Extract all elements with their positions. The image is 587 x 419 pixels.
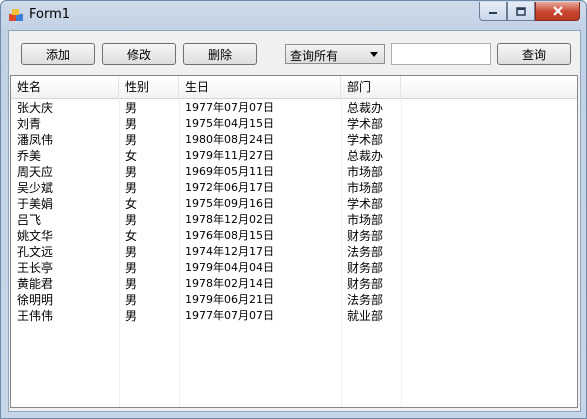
cell-gender: 男: [125, 261, 138, 275]
app-icon: [9, 9, 23, 21]
cell-gender: 男: [125, 133, 138, 147]
cell-name: 潘凤伟: [17, 133, 54, 147]
table-row[interactable]: 王伟伟 男 1977年07月07日 就业部: [11, 308, 401, 324]
window-title: Form1: [29, 7, 71, 22]
minimize-icon: [489, 12, 497, 14]
cell-birthday: 1976年08月15日: [185, 229, 274, 242]
cell-gender: 男: [125, 245, 138, 259]
cell-name: 乔美: [17, 149, 42, 163]
cell-name: 姚文华: [17, 229, 54, 243]
close-button[interactable]: [535, 2, 580, 21]
cell-gender: 男: [125, 117, 138, 131]
query-type-select[interactable]: 查询所有: [285, 44, 385, 64]
table-row[interactable]: 王长亭 男 1979年04月04日 财务部: [11, 260, 401, 276]
cell-birthday: 1978年12月02日: [185, 213, 274, 226]
cell-birthday: 1975年04月15日: [185, 117, 274, 130]
table-row[interactable]: 孔文远 男 1974年12月17日 法务部: [11, 244, 401, 260]
column-header-gender[interactable]: 性别: [119, 76, 179, 98]
cell-gender: 男: [125, 293, 138, 307]
cell-birthday: 1978年02月14日: [185, 277, 274, 290]
add-button[interactable]: 添加: [21, 43, 95, 65]
cell-birthday: 1972年06月17日: [185, 181, 274, 194]
cell-birthday: 1974年12月17日: [185, 245, 274, 258]
cell-name: 周天应: [17, 165, 54, 179]
cell-name: 徐明明: [17, 293, 54, 307]
cell-department: 市场部: [347, 165, 384, 179]
edit-button[interactable]: 修改: [102, 43, 176, 65]
table-row[interactable]: 刘青 男 1975年04月15日 学术部: [11, 116, 401, 132]
table-row[interactable]: 潘凤伟 男 1980年08月24日 学术部: [11, 132, 401, 148]
cell-department: 就业部: [347, 309, 384, 323]
cell-name: 吕飞: [17, 213, 42, 227]
cell-gender: 女: [125, 197, 138, 211]
cell-birthday: 1975年09月16日: [185, 197, 274, 210]
query-button[interactable]: 查询: [497, 43, 571, 65]
title-bar[interactable]: Form1: [1, 1, 586, 29]
cell-name: 刘青: [17, 117, 42, 131]
cell-department: 法务部: [347, 245, 384, 259]
form-client-area: 添加 修改 删除 查询所有 查询 姓名 性别 生日 部门 张大庆男 1977年07…: [8, 30, 581, 412]
cell-gender: 男: [125, 165, 138, 179]
column-header-birthday[interactable]: 生日: [179, 76, 341, 98]
delete-button[interactable]: 删除: [183, 43, 257, 65]
form1-window: Form1 添加 修改 删除 查询所有 查询 姓名 性别 生日 部门 张大庆 男…: [0, 0, 587, 419]
table-header: 姓名 性别 生日 部门: [11, 76, 577, 99]
table-row[interactable]: 张大庆 男 1977年07月07日 总裁办: [11, 100, 401, 116]
column-header-department[interactable]: 部门: [341, 76, 401, 98]
cell-department: 财务部: [347, 261, 384, 275]
table-row[interactable]: 吴少斌 男 1972年06月17日 市场部: [11, 180, 401, 196]
close-icon: [552, 6, 563, 16]
minimize-button[interactable]: [479, 2, 507, 21]
table-row[interactable]: 吕飞 男 1978年12月02日 市场部: [11, 212, 401, 228]
table-row[interactable]: 于美娟 女 1975年09月16日 学术部: [11, 196, 401, 212]
cell-gender: 女: [125, 229, 138, 243]
table-row[interactable]: 周天应 男 1969年05月11日 市场部: [11, 164, 401, 180]
cell-birthday: 1979年04月04日: [185, 261, 274, 274]
cell-department: 总裁办: [347, 101, 384, 115]
search-input[interactable]: [391, 43, 491, 65]
cell-name: 于美娟: [17, 197, 54, 211]
cell-department: 学术部: [347, 197, 384, 211]
table-row[interactable]: 乔美 女 1979年11月27日 总裁办: [11, 148, 401, 164]
cell-birthday: 1979年11月27日: [185, 149, 274, 162]
cell-department: 总裁办: [347, 149, 384, 163]
cell-gender: 男: [125, 309, 138, 323]
cell-gender: 女: [125, 149, 138, 163]
cell-gender: 男: [125, 213, 138, 227]
table-row[interactable]: 姚文华 女 1976年08月15日 财务部: [11, 228, 401, 244]
table-row[interactable]: 黄能君 男 1978年02月14日 财务部: [11, 276, 401, 292]
column-header-name[interactable]: 姓名: [11, 76, 119, 98]
cell-name: 王伟伟: [17, 309, 54, 323]
cell-name: 吴少斌: [17, 181, 54, 195]
cell-name: 孔文远: [17, 245, 54, 259]
chevron-down-icon: [370, 52, 378, 57]
query-type-value: 查询所有: [290, 49, 339, 63]
cell-department: 市场部: [347, 213, 384, 227]
cell-department: 财务部: [347, 277, 384, 291]
maximize-button[interactable]: [507, 2, 535, 21]
table-row[interactable]: 徐明明 男 1979年06月21日 法务部: [11, 292, 401, 308]
cell-name: 张大庆: [17, 101, 54, 115]
cell-birthday: 1977年07月07日: [185, 309, 274, 322]
cell-department: 财务部: [347, 229, 384, 243]
cell-name: 王长亭: [17, 261, 54, 275]
cell-gender: 男: [125, 277, 138, 291]
cell-birthday: 1980年08月24日: [185, 133, 274, 146]
cell-department: 学术部: [347, 133, 384, 147]
cell-gender: 男: [125, 101, 138, 115]
cell-department: 法务部: [347, 293, 384, 307]
cell-department: 学术部: [347, 117, 384, 131]
cell-gender: 男: [125, 181, 138, 195]
cell-birthday: 1979年06月21日: [185, 293, 274, 306]
maximize-icon: [516, 6, 526, 16]
employee-table[interactable]: 姓名 性别 生日 部门 张大庆男 1977年07月07日 总裁办 刘青男 1975年04…: [10, 75, 578, 408]
column-divider: [401, 98, 402, 407]
cell-name: 黄能君: [17, 277, 54, 291]
cell-birthday: 1977年07月07日: [185, 101, 274, 114]
cell-department: 市场部: [347, 181, 384, 195]
cell-birthday: 1969年05月11日: [185, 165, 274, 178]
